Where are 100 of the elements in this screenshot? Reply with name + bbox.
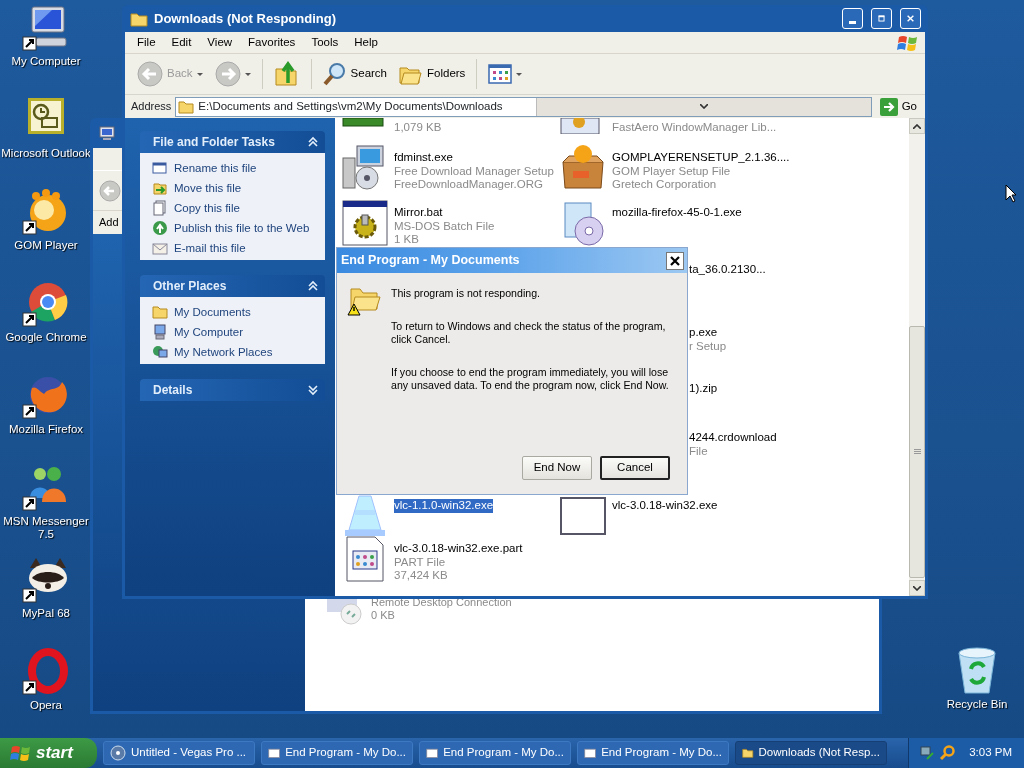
taskbar-button[interactable]: End Program - My Do... [577,741,729,765]
menu-item[interactable]: View [199,33,241,52]
close-icon [907,13,914,24]
desktop-icon-label[interactable]: MyPal 68 [1,607,91,620]
pane-link[interactable]: Rename this file [152,160,317,176]
grip-icon [913,449,921,455]
folder-icon [152,304,168,320]
folder-icon [130,10,148,27]
windows-logo-icon [10,744,30,762]
file-name[interactable]: 1).zip [689,382,718,396]
expand-icon[interactable] [307,384,319,396]
collapse-icon[interactable] [307,280,319,292]
file-name[interactable]: 4244.crdownload [689,431,777,445]
pane-header[interactable]: File and Folder Tasks [140,131,325,153]
caret-icon [244,72,251,76]
pane-link[interactable]: E-mail this file [152,240,317,256]
address-label: Add [99,215,119,231]
window-title: Downloads (Not Responding) [154,9,337,28]
file-detail: File [689,444,709,458]
maximize-button[interactable] [871,8,892,29]
file-detail: MS-DOS Batch File [394,219,495,233]
desktop-icon-label[interactable]: GOM Player [1,239,91,252]
go-button[interactable]: Go [875,97,921,116]
pane-link[interactable]: My Computer [152,324,317,340]
search-button[interactable]: Search [318,60,391,88]
dialog-title: End Program - My Documents [341,252,521,270]
file-name[interactable]: vlc-3.0.18-win32.exe [612,499,718,513]
mouse-pointer-icon [1005,184,1017,203]
computer-icon[interactable] [22,4,70,52]
file-name[interactable]: ta_36.0.2130... [689,263,766,277]
menu-item[interactable]: Tools [303,33,347,52]
dialog-message: This program is not responding. [391,287,541,300]
arrow-left-icon [137,61,163,87]
menu-item[interactable]: Help [346,33,386,52]
address-label: Address [131,99,172,115]
minimize-button[interactable] [842,8,863,29]
dialog-button[interactable]: Cancel [600,456,670,480]
envelope-icon [152,240,168,256]
arrow-right-icon [214,61,241,87]
search-icon [322,62,347,86]
package-icon[interactable] [559,144,607,192]
file-name[interactable]: vlc-3.0.18-win32.exe.part [394,542,523,556]
connection-icon[interactable] [325,596,365,626]
taskbar-button[interactable]: End Program - My Do... [261,741,413,765]
file-name[interactable]: fdminst.exe [394,151,554,165]
pane-link[interactable]: Move this file [152,180,317,196]
desktop-icon-label[interactable]: My Computer [1,55,91,68]
pane-header[interactable]: Details [140,379,325,401]
file-detail: Free Download Manager Setup [394,164,554,178]
file-name[interactable]: Mirror.bat [394,206,495,220]
taskbar-button[interactable]: End Program - My Do... [419,741,571,765]
globe-icon [152,220,168,236]
circle-logo-icon[interactable] [22,280,70,328]
file-name[interactable]: GOMPLAYERENSETUP_2.1.36.... [612,151,790,165]
search-icon[interactable] [939,745,956,761]
file-detail: FreeDownloadManager.ORG [394,178,544,192]
file-name[interactable]: vlc-1.1.0-win32.exe [394,499,494,513]
pane-link[interactable]: Publish this file to the Web [152,220,317,236]
address-field[interactable]: E:\Documents and Settings\vm2\My Documents\Downloads [175,96,872,117]
menu-item[interactable]: File [129,33,164,52]
arrow-right-icon [879,97,898,116]
start-button[interactable]: start [0,738,97,768]
ring-logo-icon[interactable] [22,648,70,696]
menu-item[interactable]: Favorites [240,33,304,52]
collapse-icon[interactable] [307,136,319,148]
move-icon [152,180,168,196]
desktop-icon-label[interactable]: Google Chrome [1,331,91,344]
scrollbar[interactable] [909,118,925,596]
pane-link[interactable]: My Documents [152,304,317,320]
window-icon [152,160,168,176]
pane-link[interactable]: My Network Places [152,344,317,360]
file-name[interactable]: p.exe [689,326,727,340]
pane-header[interactable]: Other Places [140,275,325,297]
caret-icon [196,72,203,76]
folders-button[interactable]: Folders [395,61,470,87]
menu-item[interactable]: Edit [163,33,200,52]
desktop-icon-label[interactable]: Opera [1,699,91,712]
taskbar-button[interactable]: Downloads (Not Resp... [735,741,887,765]
close-button[interactable] [666,251,684,270]
disc-icon [110,745,126,761]
windows-logo-icon [897,33,919,52]
pane-link[interactable]: Copy this file [152,200,317,216]
computer-icon [99,125,115,141]
desktop-icon-label[interactable]: Mozilla Firefox [1,423,91,436]
scroll-thumb[interactable] [909,326,925,578]
file-size: 0 KB [371,609,396,622]
file-name[interactable]: mozilla-firefox-45-0-1.exe [612,206,742,220]
desktop-icon-label[interactable]: Recycle Bin [932,698,1022,711]
dialog-button[interactable]: End Now [522,456,592,480]
network-icon [152,344,168,360]
taskbar-button[interactable]: Untitled - Vegas Pro ... [103,741,255,765]
file-detail: GOM Player Setup File [612,164,732,178]
warning-folder-icon [347,285,381,317]
close-icon [670,255,680,266]
raccoon-icon[interactable] [22,556,70,604]
file-detail: 37,424 KB [394,569,449,583]
desktop-icon-label[interactable]: Microsoft Outlook [1,147,91,160]
network-icon[interactable] [919,745,936,761]
desktop-icon-label[interactable]: MSN Messenger 7.5 [1,515,91,541]
file-detail: r Setup [689,339,727,353]
